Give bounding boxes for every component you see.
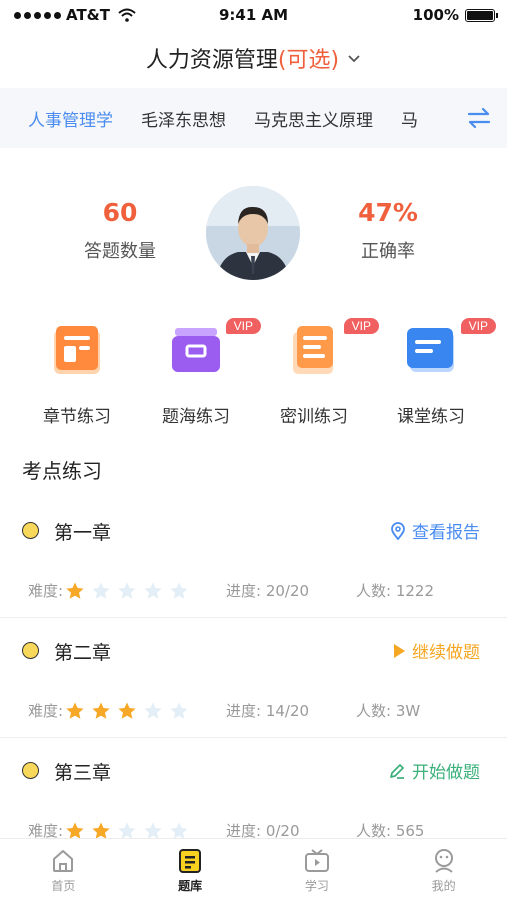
- subject-tab-item[interactable]: 毛泽东思想: [141, 106, 226, 131]
- star-empty-icon: [170, 582, 188, 599]
- difficulty-label: 难度:: [28, 582, 64, 600]
- start-button[interactable]: 开始做题: [388, 758, 480, 783]
- classroom-practice-icon: VIP: [402, 318, 496, 380]
- tab-label: 我的: [431, 879, 456, 893]
- status-dot-icon: [22, 642, 39, 659]
- vip-badge: VIP: [225, 318, 261, 334]
- subject-selector[interactable]: 人力资源管理 (可选): [0, 38, 507, 78]
- chapter-meta: 难度: 进度: 14/20 人数: 3W: [28, 700, 420, 721]
- star-empty-icon: [144, 702, 162, 719]
- progress-text: 进度: 14/20: [226, 702, 310, 720]
- star-filled-icon: [66, 582, 84, 599]
- difficulty-stars: [65, 581, 189, 601]
- star-filled-icon: [66, 702, 84, 719]
- feature-intensive-training[interactable]: VIP 密训练习: [259, 318, 379, 427]
- answered-count-stat: 60 答题数量: [50, 198, 190, 263]
- home-icon: [53, 850, 74, 872]
- tab-home[interactable]: 首页: [0, 839, 127, 900]
- chapter-item[interactable]: 第二章 继续做题 难度: 进度: 14/20 人数: 3W: [0, 618, 507, 738]
- feature-label: 密训练习: [280, 407, 348, 427]
- question-bank-icon: [179, 849, 202, 873]
- tv-icon: [304, 849, 329, 872]
- battery-icon: [465, 8, 498, 22]
- avatar[interactable]: [206, 186, 300, 280]
- subject-tab-bar: 人事管理学 毛泽东思想 马克思主义原理 马: [0, 88, 507, 148]
- question-sea-icon: VIP: [167, 318, 261, 380]
- avatar-image: [206, 186, 300, 280]
- feature-label: 题海练习: [162, 407, 230, 427]
- chapter-item[interactable]: 第一章 查看报告 难度: 进度: 20/20 人数: 1222: [0, 498, 507, 618]
- chapter-name: 第一章: [54, 522, 112, 544]
- difficulty-stars: [65, 701, 189, 721]
- battery-info: 100%: [412, 6, 498, 24]
- tab-label: 学习: [304, 879, 329, 893]
- tab-label: 题库: [178, 879, 203, 893]
- accuracy-value: 47%: [358, 198, 418, 227]
- feature-question-sea[interactable]: VIP 题海练习: [141, 318, 261, 427]
- vip-badge: VIP: [343, 318, 379, 334]
- chevron-down-icon: [348, 55, 360, 63]
- star-filled-icon: [92, 702, 110, 719]
- intensive-training-icon: VIP: [285, 318, 379, 380]
- star-empty-icon: [118, 582, 136, 599]
- star-empty-icon: [170, 702, 188, 719]
- continue-button[interactable]: 继续做题: [392, 638, 480, 663]
- star-empty-icon: [144, 582, 162, 599]
- tab-question-bank[interactable]: 题库: [127, 839, 254, 900]
- subject-tab-list[interactable]: 人事管理学 毛泽东思想 马克思主义原理 马: [0, 88, 455, 148]
- bottom-tab-bar: 首页 题库 学习 我的: [0, 838, 507, 900]
- chapter-meta: 难度: 进度: 20/20 人数: 1222: [28, 580, 434, 601]
- feature-label: 课堂练习: [397, 407, 465, 427]
- status-dot-icon: [22, 762, 39, 779]
- tab-study[interactable]: 学习: [254, 839, 381, 900]
- difficulty-label: 难度:: [28, 702, 64, 720]
- answered-count-value: 60: [102, 198, 138, 227]
- tab-label: 首页: [51, 879, 76, 893]
- feature-label: 章节练习: [43, 407, 111, 427]
- optional-tag: (可选): [277, 48, 340, 73]
- pencil-icon: [390, 763, 404, 779]
- profile-icon: [434, 849, 453, 873]
- people-count: 人数: 3W: [356, 702, 421, 720]
- section-title: 考点练习: [22, 459, 102, 483]
- star-filled-icon: [118, 702, 136, 719]
- answered-count-label: 答题数量: [84, 241, 156, 262]
- tab-mine[interactable]: 我的: [380, 839, 507, 900]
- status-dot-icon: [22, 522, 39, 539]
- feature-classroom-practice[interactable]: VIP 课堂练习: [376, 318, 496, 427]
- progress-text: 进度: 20/20: [226, 582, 310, 600]
- play-icon: [394, 643, 405, 658]
- star-empty-icon: [92, 582, 110, 599]
- subject-tab-item[interactable]: 人事管理学: [28, 106, 113, 131]
- chapter-name: 第二章: [54, 642, 112, 664]
- people-count: 人数: 1222: [356, 582, 434, 600]
- chapter-name: 第三章: [54, 762, 112, 784]
- chapter-practice-icon: [48, 322, 106, 380]
- location-icon: [391, 521, 405, 540]
- vip-badge: VIP: [460, 318, 496, 334]
- action-label: 开始做题: [412, 763, 480, 783]
- view-report-button[interactable]: 查看报告: [390, 518, 480, 543]
- page-title: 人力资源管理: [145, 48, 278, 73]
- battery-percent: 100%: [412, 6, 459, 24]
- switch-icon[interactable]: [465, 104, 493, 132]
- subject-tab-item[interactable]: 马克思主义原理: [254, 106, 373, 131]
- subject-tab-item[interactable]: 马: [401, 106, 418, 131]
- feature-chapter-practice[interactable]: 章节练习: [22, 322, 132, 427]
- action-label: 查看报告: [412, 523, 480, 543]
- accuracy-stat: 47% 正确率: [318, 198, 458, 263]
- status-bar: AT&T 9:41 AM 100%: [0, 0, 507, 30]
- action-label: 继续做题: [412, 643, 480, 663]
- accuracy-label: 正确率: [361, 241, 415, 262]
